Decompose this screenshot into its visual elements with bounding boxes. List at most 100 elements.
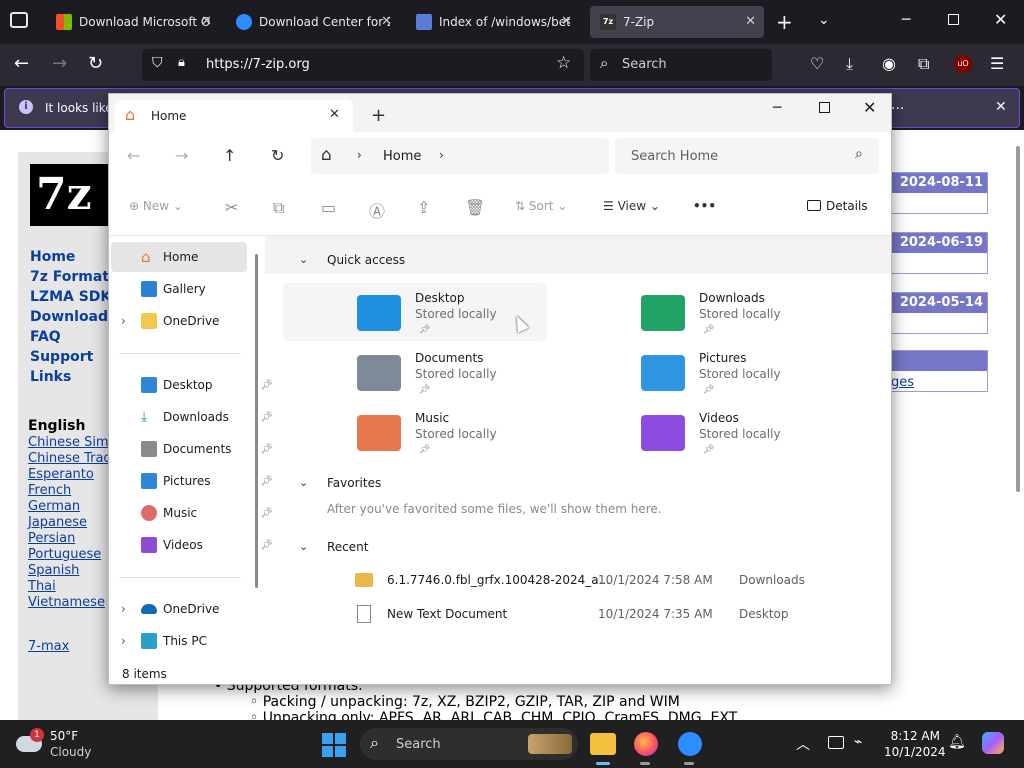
language-link[interactable]: Portuguese	[28, 547, 117, 563]
notification-bell-icon[interactable]: 🔔︎	[948, 734, 966, 750]
new-button[interactable]: ⊕ New ⌄	[129, 199, 183, 213]
forward-icon[interactable]: →	[175, 146, 188, 165]
file-explorer-taskbar-icon[interactable]	[590, 733, 616, 755]
pages-link[interactable]: ges	[891, 375, 914, 390]
rename-icon[interactable]: Ⓐ	[369, 198, 385, 222]
pocket-icon[interactable]: ♡	[810, 54, 824, 74]
language-link[interactable]: Chinese Trad	[28, 451, 117, 467]
extensions-icon[interactable]: ⧉	[918, 54, 929, 74]
restore-icon[interactable]	[948, 14, 959, 25]
explorer-tab-home[interactable]: ⌂ Home ✕	[115, 100, 353, 132]
page-scrollbar[interactable]	[1016, 146, 1020, 492]
new-tab-icon[interactable]: +	[371, 105, 386, 126]
minimize-icon[interactable]: ─	[773, 100, 781, 116]
network-icon[interactable]: ⌁	[854, 734, 862, 750]
chevron-up-icon[interactable]: ︿	[796, 734, 810, 754]
ublock-icon[interactable]: uO	[954, 55, 972, 73]
minimize-icon[interactable]: ─	[902, 12, 910, 28]
pin-icon[interactable]: 📌︎	[260, 380, 273, 391]
display-icon[interactable]	[828, 736, 844, 749]
site-nav-link[interactable]: Links	[30, 367, 111, 387]
quick-access-pictures[interactable]: Pictures Stored locally 📌︎	[569, 347, 833, 405]
language-link[interactable]: Esperanto	[28, 467, 117, 483]
chevron-down-icon[interactable]: ⌄	[818, 12, 830, 28]
reload-icon[interactable]: ↻	[88, 54, 103, 74]
table-row[interactable]: 6.1.7746.0.fbl_grfx.100428-2024_a... 10/…	[355, 571, 855, 595]
bookmark-star-icon[interactable]: ☆	[556, 53, 571, 73]
quick-access-music[interactable]: Music Stored locally 📌︎	[285, 407, 549, 465]
pin-icon[interactable]: 📌︎	[260, 508, 273, 519]
pin-icon[interactable]: 📌︎	[260, 444, 273, 455]
site-nav-link[interactable]: FAQ	[30, 327, 111, 347]
close-tab-icon[interactable]: ✕	[201, 14, 212, 29]
sidebar-item-music[interactable]: Music 📌︎	[141, 498, 273, 528]
address-bar[interactable]: ⌂ › Home ›	[311, 138, 609, 174]
firefox-icon[interactable]	[634, 732, 658, 756]
language-link[interactable]: French	[28, 483, 117, 499]
forward-icon[interactable]: →	[52, 54, 67, 74]
more-options-button[interactable]: •••	[693, 199, 716, 213]
delete-icon[interactable]: 🗑︎	[465, 198, 485, 217]
language-link[interactable]: Vietnamese	[28, 595, 117, 611]
back-icon[interactable]: ←	[127, 146, 140, 165]
language-link[interactable]: German	[28, 499, 117, 515]
collapse-chevron-icon[interactable]: ⌄	[299, 540, 308, 553]
url-bar[interactable]: ⛉ 🔒︎ https://7-zip.org ☆	[142, 49, 584, 81]
share-icon[interactable]: ⇪	[417, 198, 430, 217]
sidebar-item-this-pc[interactable]: This PC	[141, 626, 269, 656]
menu-icon[interactable]: ☰	[990, 54, 1004, 74]
quick-access-desktop[interactable]: Desktop Stored locally 📌︎	[285, 287, 549, 345]
language-link[interactable]: Japanese	[28, 515, 117, 531]
browser-search[interactable]: ⌕ Search	[590, 49, 772, 81]
details-button[interactable]: Details	[807, 199, 868, 213]
search-input[interactable]: Search Home ⌕	[615, 138, 879, 174]
close-tab-icon[interactable]: ✕	[745, 14, 756, 29]
notification-close-icon[interactable]: ✕	[995, 99, 1007, 115]
windows-start-icon[interactable]	[322, 733, 346, 757]
expand-chevron-icon[interactable]: ›	[121, 634, 126, 648]
language-link[interactable]: Thai	[28, 579, 117, 595]
section-recent[interactable]: Recent	[327, 540, 368, 554]
sidebar-item-downloads[interactable]: ⤓ Downloads 📌︎	[141, 402, 273, 432]
sidebar-item-onedrive-personal[interactable]: OneDrive	[141, 306, 269, 336]
section-quick-access[interactable]: Quick access	[327, 253, 405, 267]
pin-icon[interactable]: 📌︎	[260, 476, 273, 487]
quick-access-documents[interactable]: Documents Stored locally 📌︎	[285, 347, 549, 405]
language-link[interactable]: Spanish	[28, 563, 117, 579]
site-nav-link[interactable]: Download	[30, 307, 111, 327]
clock[interactable]: 8:12 AM 10/1/2024	[884, 728, 946, 760]
breadcrumb[interactable]: Home	[383, 149, 421, 164]
paste-icon[interactable]: ▭	[321, 198, 336, 217]
copy-icon[interactable]: ⧉	[273, 198, 284, 218]
taskbar-search[interactable]: ⌕ Search	[360, 728, 578, 760]
tab-zoom[interactable]: Download Center for Z ✕	[226, 6, 400, 38]
view-button[interactable]: ☰ View ⌄	[603, 199, 660, 213]
chevron-right-icon[interactable]: ›	[439, 148, 444, 162]
zoom-icon[interactable]	[678, 732, 702, 756]
site-nav-link[interactable]: Home	[30, 247, 111, 267]
sidebar-item-pictures[interactable]: Pictures 📌︎	[141, 466, 273, 496]
tab-list-icon[interactable]	[10, 12, 28, 28]
copilot-icon[interactable]	[982, 732, 1004, 754]
account-icon[interactable]: ◉	[882, 54, 896, 74]
table-row[interactable]: New Text Document 10/1/2024 7:35 AM Desk…	[355, 605, 855, 629]
close-tab-icon[interactable]: ✕	[561, 14, 572, 29]
sidebar-item-onedrive[interactable]: OneDrive	[141, 594, 269, 624]
site-nav-link[interactable]: 7z Format	[30, 267, 111, 287]
sidebar-item-desktop[interactable]: Desktop 📌︎	[141, 370, 273, 400]
sidebar-item-documents[interactable]: Documents 📌︎	[141, 434, 273, 464]
pin-icon[interactable]: 📌︎	[260, 540, 273, 551]
tab-7zip[interactable]: 7z 7-Zip ✕	[590, 6, 764, 38]
refresh-icon[interactable]: ↻	[271, 146, 284, 165]
download-icon[interactable]: ⤓	[846, 54, 853, 74]
sidebar-item-videos[interactable]: Videos 📌︎	[141, 530, 273, 560]
collapse-chevron-icon[interactable]: ⌄	[299, 476, 308, 489]
tab-index[interactable]: Index of /windows/bet ✕	[406, 6, 580, 38]
weather-widget[interactable]: 1 50°F Cloudy	[16, 728, 126, 762]
up-arrow-icon[interactable]: ↑	[223, 146, 236, 165]
collapse-chevron-icon[interactable]: ⌄	[299, 253, 308, 266]
tab-microsoft[interactable]: Download Microsoft O ✕	[46, 6, 220, 38]
pin-icon[interactable]: 📌︎	[260, 412, 273, 423]
maximize-icon[interactable]	[819, 102, 830, 113]
quick-access-videos[interactable]: Videos Stored locally 📌︎	[569, 407, 833, 465]
